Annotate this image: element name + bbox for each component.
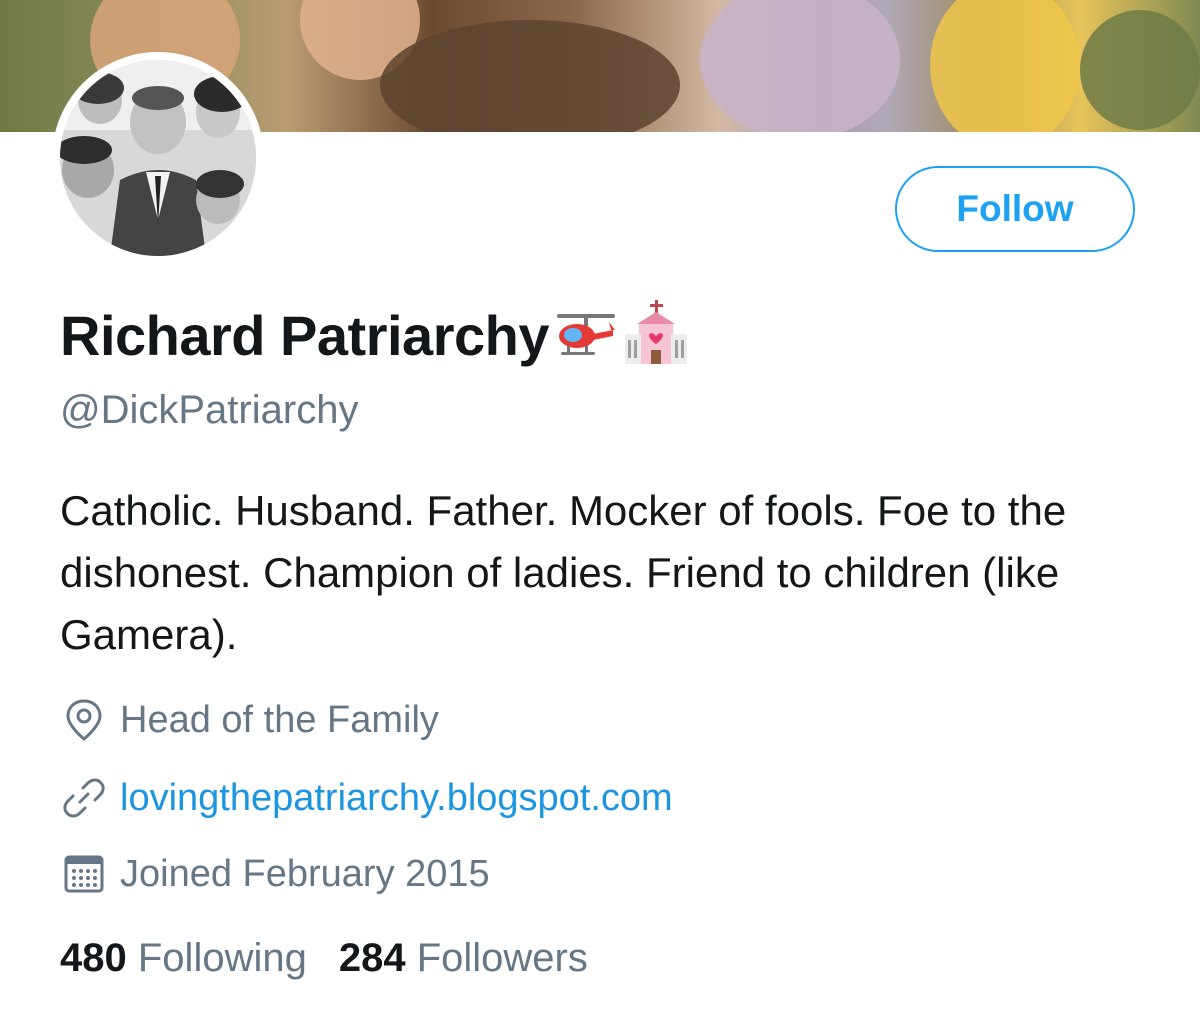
username-handle: @DickPatriarchy [60,388,359,432]
display-name-row: Richard Patriarchy [60,298,689,373]
follow-button[interactable]: Follow [895,166,1135,252]
joined-row: Joined February 2015 [60,850,490,898]
followers-label: Followers [416,936,588,980]
website-link[interactable]: lovingthepatriarchy.blogspot.com [120,777,673,820]
joined-date: Joined February 2015 [120,852,490,895]
avatar-photo [60,60,256,256]
followers-stat[interactable]: 284 Followers [339,936,588,981]
location-pin-icon [60,696,108,744]
location-row: Head of the Family [60,696,439,744]
website-row: lovingthepatriarchy.blogspot.com [60,774,673,822]
location-text: Head of the Family [120,698,439,741]
display-name: Richard Patriarchy [60,304,549,367]
wedding-chapel-emoji-icon [623,298,689,373]
followers-count: 284 [338,936,406,980]
following-count: 480 [60,936,127,980]
profile-stats: 480 Following 284 Followers [60,936,620,981]
avatar[interactable] [60,60,256,256]
following-stat[interactable]: 480 Following [60,936,307,981]
bio-text: Catholic. Husband. Father. Mocker of foo… [60,487,1067,658]
helicopter-emoji-icon [553,304,619,367]
following-label: Following [137,936,307,980]
link-icon [60,774,108,822]
calendar-icon [60,850,108,898]
